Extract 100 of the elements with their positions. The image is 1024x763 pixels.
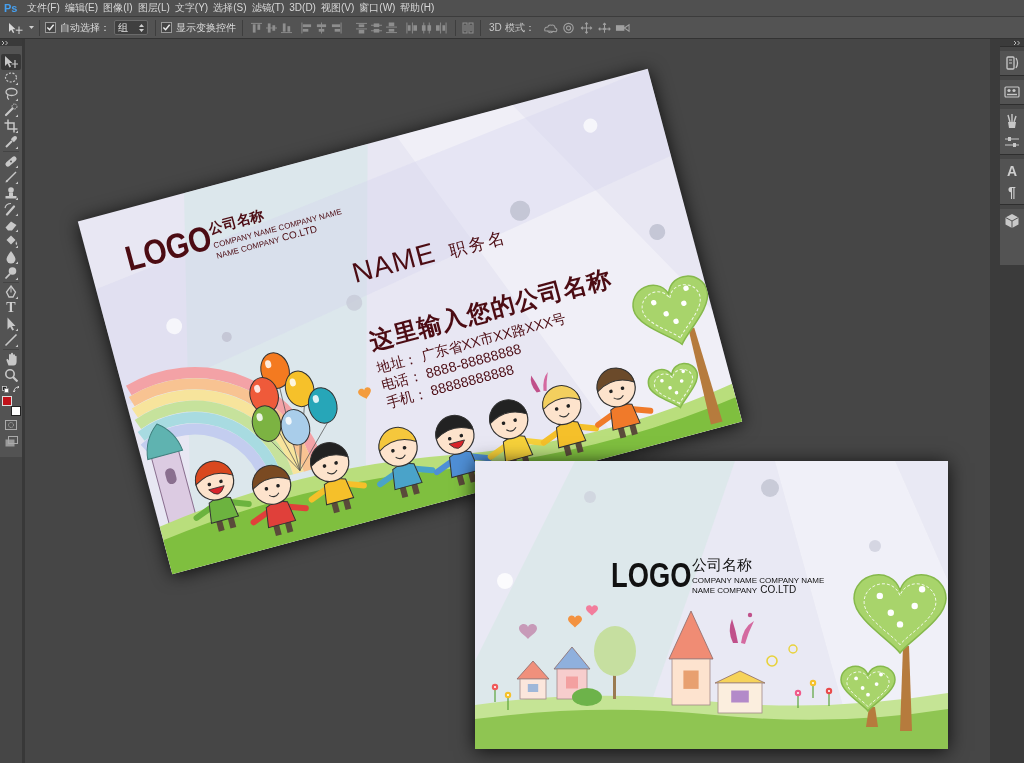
paint-splash	[729, 612, 754, 644]
menu-item[interactable]: 文件(F)	[26, 3, 61, 13]
lollipop-icon	[4, 266, 18, 280]
menu-item[interactable]: 滤镜(T)	[250, 3, 286, 13]
knobs-panel-icon	[1004, 84, 1020, 100]
job-title: 职务名	[447, 228, 510, 261]
cross-arrows-dot-icon[interactable]	[596, 21, 612, 34]
panel-button[interactable]: A	[1002, 162, 1022, 180]
align-middle-icon[interactable]	[266, 21, 277, 34]
pen-nib-icon	[4, 285, 18, 299]
checkbox-label: 显示变换控件	[176, 22, 236, 33]
foreground-swatch-icon[interactable]	[2, 396, 12, 406]
stacked-screens-icon[interactable]	[4, 436, 18, 447]
caret-down-icon[interactable]	[29, 26, 34, 29]
balloon	[308, 387, 338, 424]
align-right-icon[interactable]	[331, 21, 342, 34]
flower-icon	[491, 683, 499, 703]
four-arrows-icon[interactable]	[578, 21, 594, 34]
mode-label: 3D 模式：	[489, 22, 535, 33]
align-top-icon[interactable]	[251, 21, 262, 34]
panel-button[interactable]	[1002, 212, 1022, 230]
cursor-arrow-icon	[4, 317, 18, 331]
page-curve-icon	[1004, 55, 1020, 71]
ring-icon	[788, 644, 798, 654]
flower-icon	[825, 687, 833, 707]
distribute-right-icon[interactable]	[436, 21, 447, 34]
distribute-left-icon[interactable]	[406, 21, 417, 34]
balloon	[251, 405, 282, 442]
dashed-ellipse-icon	[4, 71, 18, 85]
cartoon-child	[308, 442, 367, 514]
up-down-arrows-icon	[139, 23, 144, 32]
menu-item[interactable]: 文字(Y)	[173, 3, 210, 13]
menu-item[interactable]: 图层(L)	[136, 3, 171, 13]
checkbox[interactable]	[45, 22, 56, 33]
magnifier-icon	[4, 368, 18, 382]
logo-text: LOGO	[611, 557, 692, 592]
eyedropper-icon	[4, 135, 18, 149]
bokeh-circle	[497, 573, 513, 589]
heart-icon	[519, 624, 537, 639]
panel-grip[interactable]	[1000, 75, 1024, 80]
balloon	[284, 370, 315, 408]
menu-item[interactable]: 帮助(H)	[399, 3, 436, 13]
ring-icon	[766, 655, 778, 667]
align-bottom-icon[interactable]	[281, 21, 292, 34]
brush-cup-icon	[1004, 113, 1020, 129]
bokeh-circle	[761, 479, 779, 497]
tool-button[interactable]	[1, 201, 21, 217]
bandage-icon	[4, 154, 18, 168]
arrow-cross-icon[interactable]	[8, 21, 23, 34]
align-left-icon[interactable]	[301, 21, 312, 34]
checkmark-icon	[162, 23, 171, 32]
panel-button[interactable]: ¶	[1002, 183, 1022, 201]
panel-button[interactable]	[1002, 83, 1022, 101]
heart-icon	[568, 615, 582, 628]
distribute-center-icon[interactable]	[421, 21, 432, 34]
bokeh-circle	[649, 223, 666, 240]
flower-icon	[809, 679, 817, 699]
background-swatch-icon[interactable]	[11, 406, 21, 416]
bokeh-circle	[221, 331, 232, 342]
panel-grip[interactable]	[1000, 46, 1024, 51]
distribute-bottom-icon[interactable]	[386, 21, 397, 34]
brush-curved-arrow-icon	[4, 202, 18, 216]
overlapping-squares-icon[interactable]	[2, 386, 9, 393]
tool-button[interactable]	[1, 54, 21, 70]
line-icon	[4, 333, 18, 347]
distribute-top-icon[interactable]	[356, 21, 367, 34]
type-tool-button[interactable]: T	[1, 300, 21, 316]
company-name-english: NAME COMPANY	[692, 587, 758, 595]
paint-splash	[530, 372, 548, 393]
target-select[interactable]: 组	[114, 20, 148, 35]
align-center-icon[interactable]	[316, 21, 327, 34]
house	[516, 660, 550, 700]
toolbar-header[interactable]	[0, 39, 22, 46]
menu-item[interactable]: 视图(V)	[319, 3, 356, 13]
app-logo: Ps	[4, 2, 19, 14]
sliders-icon	[1004, 134, 1020, 150]
curved-arrow-icon[interactable]	[13, 386, 20, 393]
cartoon-child	[595, 367, 654, 439]
company-name-english: COMPANY NAME COMPANY NAME	[692, 577, 825, 585]
menu-item[interactable]: 选择(S)	[212, 3, 248, 13]
heart-icon	[358, 387, 371, 399]
panel-grip[interactable]	[1000, 154, 1024, 159]
menu-item[interactable]: 图像(I)	[102, 3, 134, 13]
panel-grip[interactable]	[1000, 204, 1024, 209]
distribute-middle-icon[interactable]	[371, 21, 382, 34]
menu-item[interactable]: 3D(D)	[288, 3, 317, 13]
cartoon-child	[540, 385, 600, 457]
checkbox-label: 自动选择：	[60, 22, 110, 33]
video-camera-icon[interactable]	[614, 21, 630, 34]
panel-grip[interactable]	[1000, 104, 1024, 109]
menu-item[interactable]: 窗口(W)	[358, 3, 397, 13]
double-chevron-icon[interactable]	[1014, 40, 1021, 45]
double-chevron-icon[interactable]	[2, 40, 9, 45]
checkbox[interactable]	[161, 22, 172, 33]
cloud-icon[interactable]	[542, 21, 558, 34]
company-suffix: CO.LTD	[760, 585, 797, 595]
concentric-rings-icon[interactable]	[560, 21, 576, 34]
cartoon-child	[250, 464, 309, 536]
menu-item[interactable]: 编辑(E)	[63, 3, 100, 13]
balloon	[280, 409, 311, 446]
